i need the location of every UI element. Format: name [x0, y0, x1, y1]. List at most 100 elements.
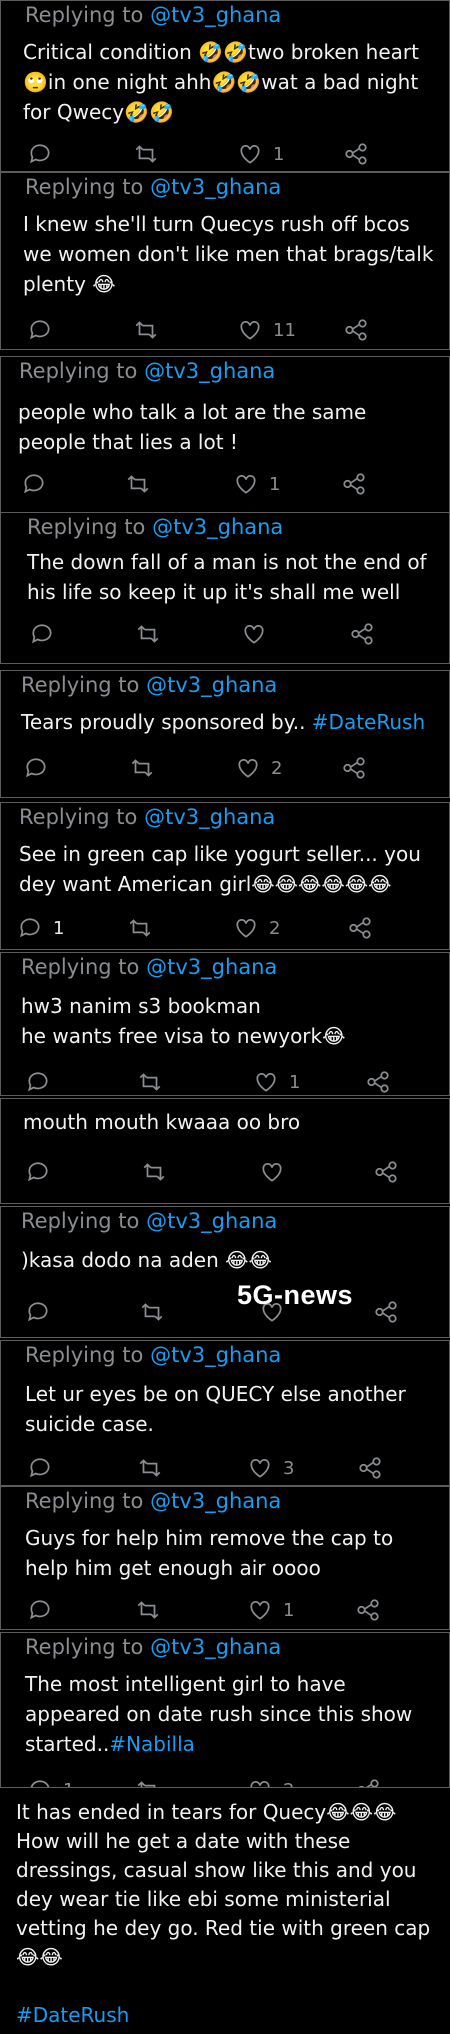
reply-icon: [29, 621, 55, 647]
like-button[interactable]: 1: [233, 467, 280, 501]
retweet-icon: [133, 141, 159, 167]
handle-link[interactable]: @tv3_ghana: [150, 175, 281, 199]
reply-card[interactable]: Replying to @tv3_ghana Critical conditio…: [0, 0, 450, 172]
like-button[interactable]: [259, 1155, 295, 1189]
like-button[interactable]: 1: [247, 1593, 294, 1627]
handle-link[interactable]: @tv3_ghana: [146, 673, 277, 697]
handle-link[interactable]: @tv3_ghana: [144, 359, 275, 383]
retweet-button[interactable]: [137, 1451, 173, 1485]
like-button[interactable]: 3: [247, 1451, 294, 1485]
share-button[interactable]: [355, 1593, 381, 1627]
action-bar: 1: [1, 137, 449, 171]
heart-icon: [237, 141, 263, 167]
reply-button[interactable]: [27, 137, 63, 171]
reply-count: 1: [53, 917, 65, 939]
reply-icon: [27, 317, 53, 343]
handle-link[interactable]: @tv3_ghana: [150, 1635, 281, 1659]
heart-icon: [253, 1069, 279, 1095]
like-button[interactable]: 2: [233, 911, 280, 945]
handle-link[interactable]: @tv3_ghana: [146, 1209, 277, 1233]
retweet-button[interactable]: [137, 1065, 173, 1095]
reply-card[interactable]: Replying to @tv3_ghana Tears proudly spo…: [0, 670, 450, 798]
handle-link[interactable]: @tv3_ghana: [146, 955, 277, 979]
reply-button[interactable]: 1: [17, 911, 64, 945]
reply-card[interactable]: Replying to @tv3_ghana The most intellig…: [0, 1632, 450, 1788]
action-bar: 1 2: [1, 911, 449, 945]
like-button[interactable]: 11: [237, 313, 296, 347]
retweet-button[interactable]: [129, 751, 165, 785]
reply-icon: [23, 755, 49, 781]
handle-link[interactable]: @tv3_ghana: [150, 1489, 281, 1513]
reply-text-content: The most intelligent girl to have appear…: [25, 1672, 413, 1756]
reply-card[interactable]: Replying to @tv3_ghana )kasa dodo na ade…: [0, 1206, 450, 1338]
replying-to-line: Replying to @tv3_ghana: [19, 805, 275, 829]
reply-button[interactable]: [25, 1155, 61, 1189]
share-button[interactable]: [355, 1773, 381, 1787]
reply-icon: [27, 1597, 53, 1623]
share-button[interactable]: [357, 1451, 383, 1485]
replying-prefix: Replying to: [19, 805, 138, 829]
retweet-button[interactable]: [135, 1773, 171, 1787]
reply-button[interactable]: 1: [27, 1773, 74, 1787]
like-button[interactable]: 2: [247, 1773, 294, 1787]
share-button[interactable]: [343, 137, 369, 171]
share-button[interactable]: [341, 751, 367, 785]
handle-link[interactable]: @tv3_ghana: [150, 1343, 281, 1367]
hashtag-link[interactable]: #Nabilla: [109, 1732, 195, 1756]
retweet-button[interactable]: [135, 1593, 171, 1627]
share-button[interactable]: [373, 1295, 399, 1329]
share-button[interactable]: [373, 1155, 399, 1189]
retweet-button[interactable]: [135, 617, 171, 651]
share-button[interactable]: [365, 1065, 391, 1095]
share-button[interactable]: [349, 617, 375, 651]
retweet-icon: [137, 1069, 163, 1095]
reply-button[interactable]: [27, 1451, 63, 1485]
reply-card[interactable]: Replying to @tv3_ghana Let ur eyes be on…: [0, 1340, 450, 1486]
handle-link[interactable]: @tv3_ghana: [150, 3, 281, 27]
reply-card[interactable]: Replying to @tv3_ghana hw3 nanim s3 book…: [0, 952, 450, 1096]
like-button[interactable]: [241, 617, 277, 651]
caption-hashtag[interactable]: #DateRush: [16, 2000, 129, 2030]
like-button[interactable]: 1: [253, 1065, 300, 1095]
reply-text: Critical condition 🤣🤣two broken heart 🙄i…: [23, 40, 419, 124]
reply-card[interactable]: Replying to @tv3_ghana people who talk a…: [0, 356, 450, 514]
retweet-button[interactable]: [133, 137, 169, 171]
like-count: 1: [269, 473, 281, 495]
reply-card[interactable]: Replying to @tv3_ghana The down fall of …: [0, 512, 450, 664]
replying-to-line: Replying to @tv3_ghana: [25, 1635, 281, 1659]
retweet-button[interactable]: [127, 911, 163, 945]
retweet-button[interactable]: [141, 1155, 177, 1189]
reply-card[interactable]: Replying to @tv3_ghana See in green cap …: [0, 802, 450, 950]
action-bar: [1, 617, 449, 651]
reply-icon: [21, 471, 47, 497]
retweet-button[interactable]: [133, 313, 169, 347]
reply-button[interactable]: [27, 1593, 63, 1627]
share-button[interactable]: [343, 313, 369, 347]
reply-icon: [27, 1455, 53, 1481]
like-button[interactable]: 1: [237, 137, 284, 171]
retweet-button[interactable]: [139, 1295, 175, 1329]
reply-button[interactable]: [23, 751, 59, 785]
reply-text: Guys for help him remove the cap to help…: [25, 1526, 394, 1580]
share-button[interactable]: [341, 467, 367, 501]
reply-card[interactable]: Replying to @tv3_ghana Guys for help him…: [0, 1486, 450, 1630]
hashtag-link[interactable]: #DateRush: [312, 710, 425, 734]
reply-button[interactable]: [25, 1065, 61, 1095]
reply-button[interactable]: [29, 617, 65, 651]
watermark: 5G-news: [237, 1280, 354, 1310]
handle-link[interactable]: @tv3_ghana: [152, 515, 283, 539]
reply-card[interactable]: Replying to @tv3_ghana I knew she'll tur…: [0, 172, 450, 350]
share-icon: [357, 1455, 383, 1481]
share-icon: [343, 141, 369, 167]
reply-button[interactable]: [21, 467, 57, 501]
action-bar: 2: [1, 751, 449, 785]
reply-text: See in green cap like yogurt seller... y…: [19, 842, 421, 896]
reply-button[interactable]: [27, 313, 63, 347]
reply-button[interactable]: [25, 1295, 61, 1329]
share-button[interactable]: [347, 911, 373, 945]
like-button[interactable]: 2: [235, 751, 282, 785]
retweet-button[interactable]: [125, 467, 161, 501]
reply-card[interactable]: mouth mouth kwaaa oo bro: [0, 1098, 450, 1204]
handle-link[interactable]: @tv3_ghana: [144, 805, 275, 829]
reply-icon: [27, 141, 53, 167]
